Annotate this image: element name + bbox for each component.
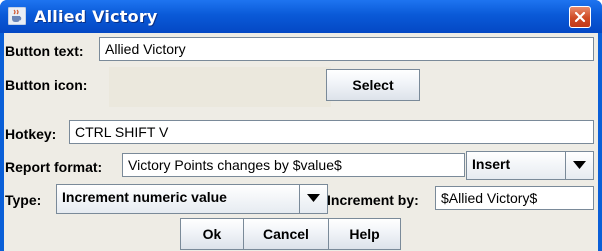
button-icon-label: Button icon: bbox=[5, 77, 88, 93]
increment-by-label: Increment by: bbox=[327, 192, 419, 208]
button-text-label: Button text: bbox=[5, 43, 84, 59]
insert-dropdown[interactable]: Insert bbox=[466, 151, 594, 180]
close-button[interactable] bbox=[569, 6, 591, 28]
type-dropdown-arrow[interactable] bbox=[299, 185, 327, 213]
insert-dropdown-label: Insert bbox=[472, 156, 511, 172]
report-format-input[interactable]: Victory Points changes by $value$ bbox=[122, 153, 465, 177]
button-icon-preview bbox=[109, 67, 331, 107]
chevron-down-icon bbox=[573, 161, 586, 169]
dialog-window: Allied Victory Button text: Allied Victo… bbox=[0, 0, 602, 251]
hotkey-label: Hotkey: bbox=[5, 126, 57, 142]
report-format-label: Report format: bbox=[5, 159, 103, 175]
type-dropdown-value: Increment numeric value bbox=[62, 189, 227, 205]
help-button[interactable]: Help bbox=[328, 218, 401, 250]
ok-button[interactable]: Ok bbox=[180, 218, 244, 250]
type-dropdown[interactable]: Increment numeric value bbox=[56, 184, 328, 214]
window-title: Allied Victory bbox=[34, 7, 158, 26]
java-cup-icon bbox=[7, 6, 27, 26]
button-text-input[interactable]: Allied Victory bbox=[99, 37, 594, 61]
cancel-button[interactable]: Cancel bbox=[243, 218, 329, 250]
increment-by-input[interactable]: $Allied Victory$ bbox=[435, 186, 594, 210]
close-icon bbox=[574, 11, 586, 23]
insert-dropdown-arrow[interactable] bbox=[565, 152, 593, 179]
hotkey-input[interactable]: CTRL SHIFT V bbox=[69, 120, 594, 144]
select-icon-button[interactable]: Select bbox=[326, 69, 420, 101]
chevron-down-icon bbox=[307, 194, 320, 202]
type-label: Type: bbox=[5, 192, 42, 208]
dialog-content: Button text: Allied Victory Button icon:… bbox=[4, 33, 598, 251]
title-bar[interactable]: Allied Victory bbox=[0, 0, 602, 33]
